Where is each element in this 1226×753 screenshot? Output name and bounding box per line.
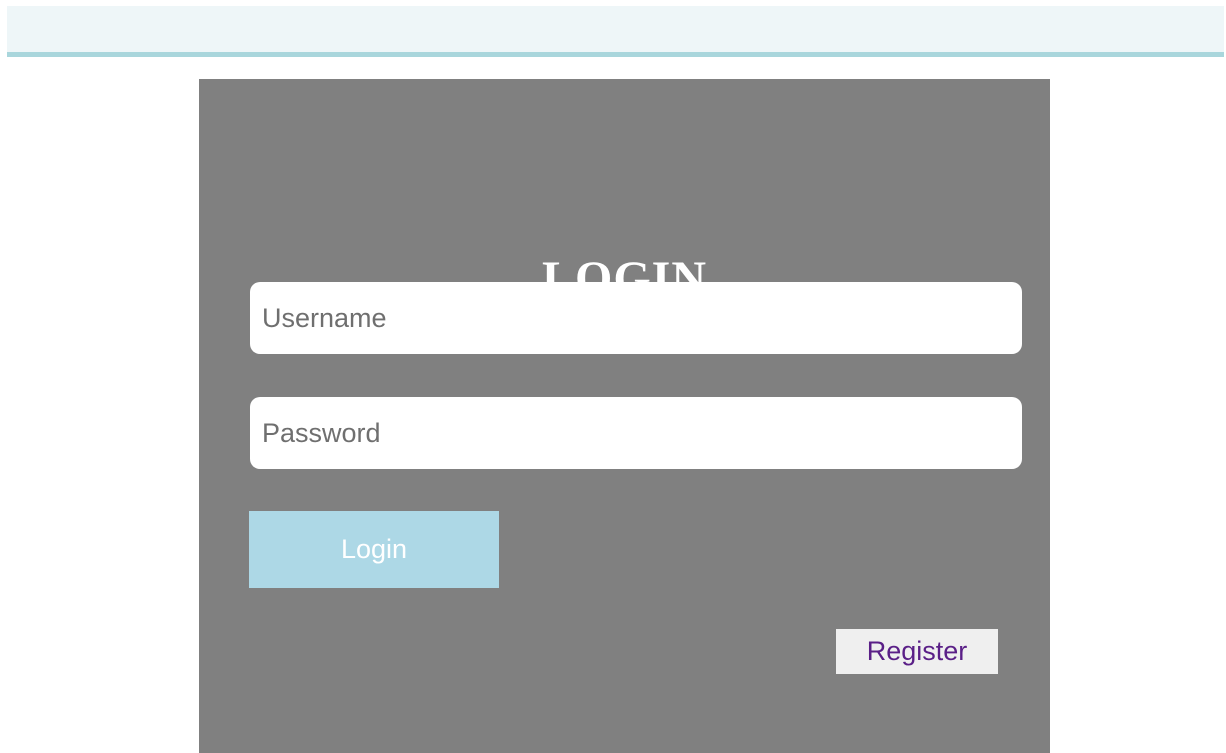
register-button[interactable]: Register: [836, 629, 998, 674]
top-bar: [7, 6, 1224, 57]
password-input[interactable]: [250, 397, 1022, 469]
username-input[interactable]: [250, 282, 1022, 354]
login-button[interactable]: Login: [249, 511, 499, 588]
